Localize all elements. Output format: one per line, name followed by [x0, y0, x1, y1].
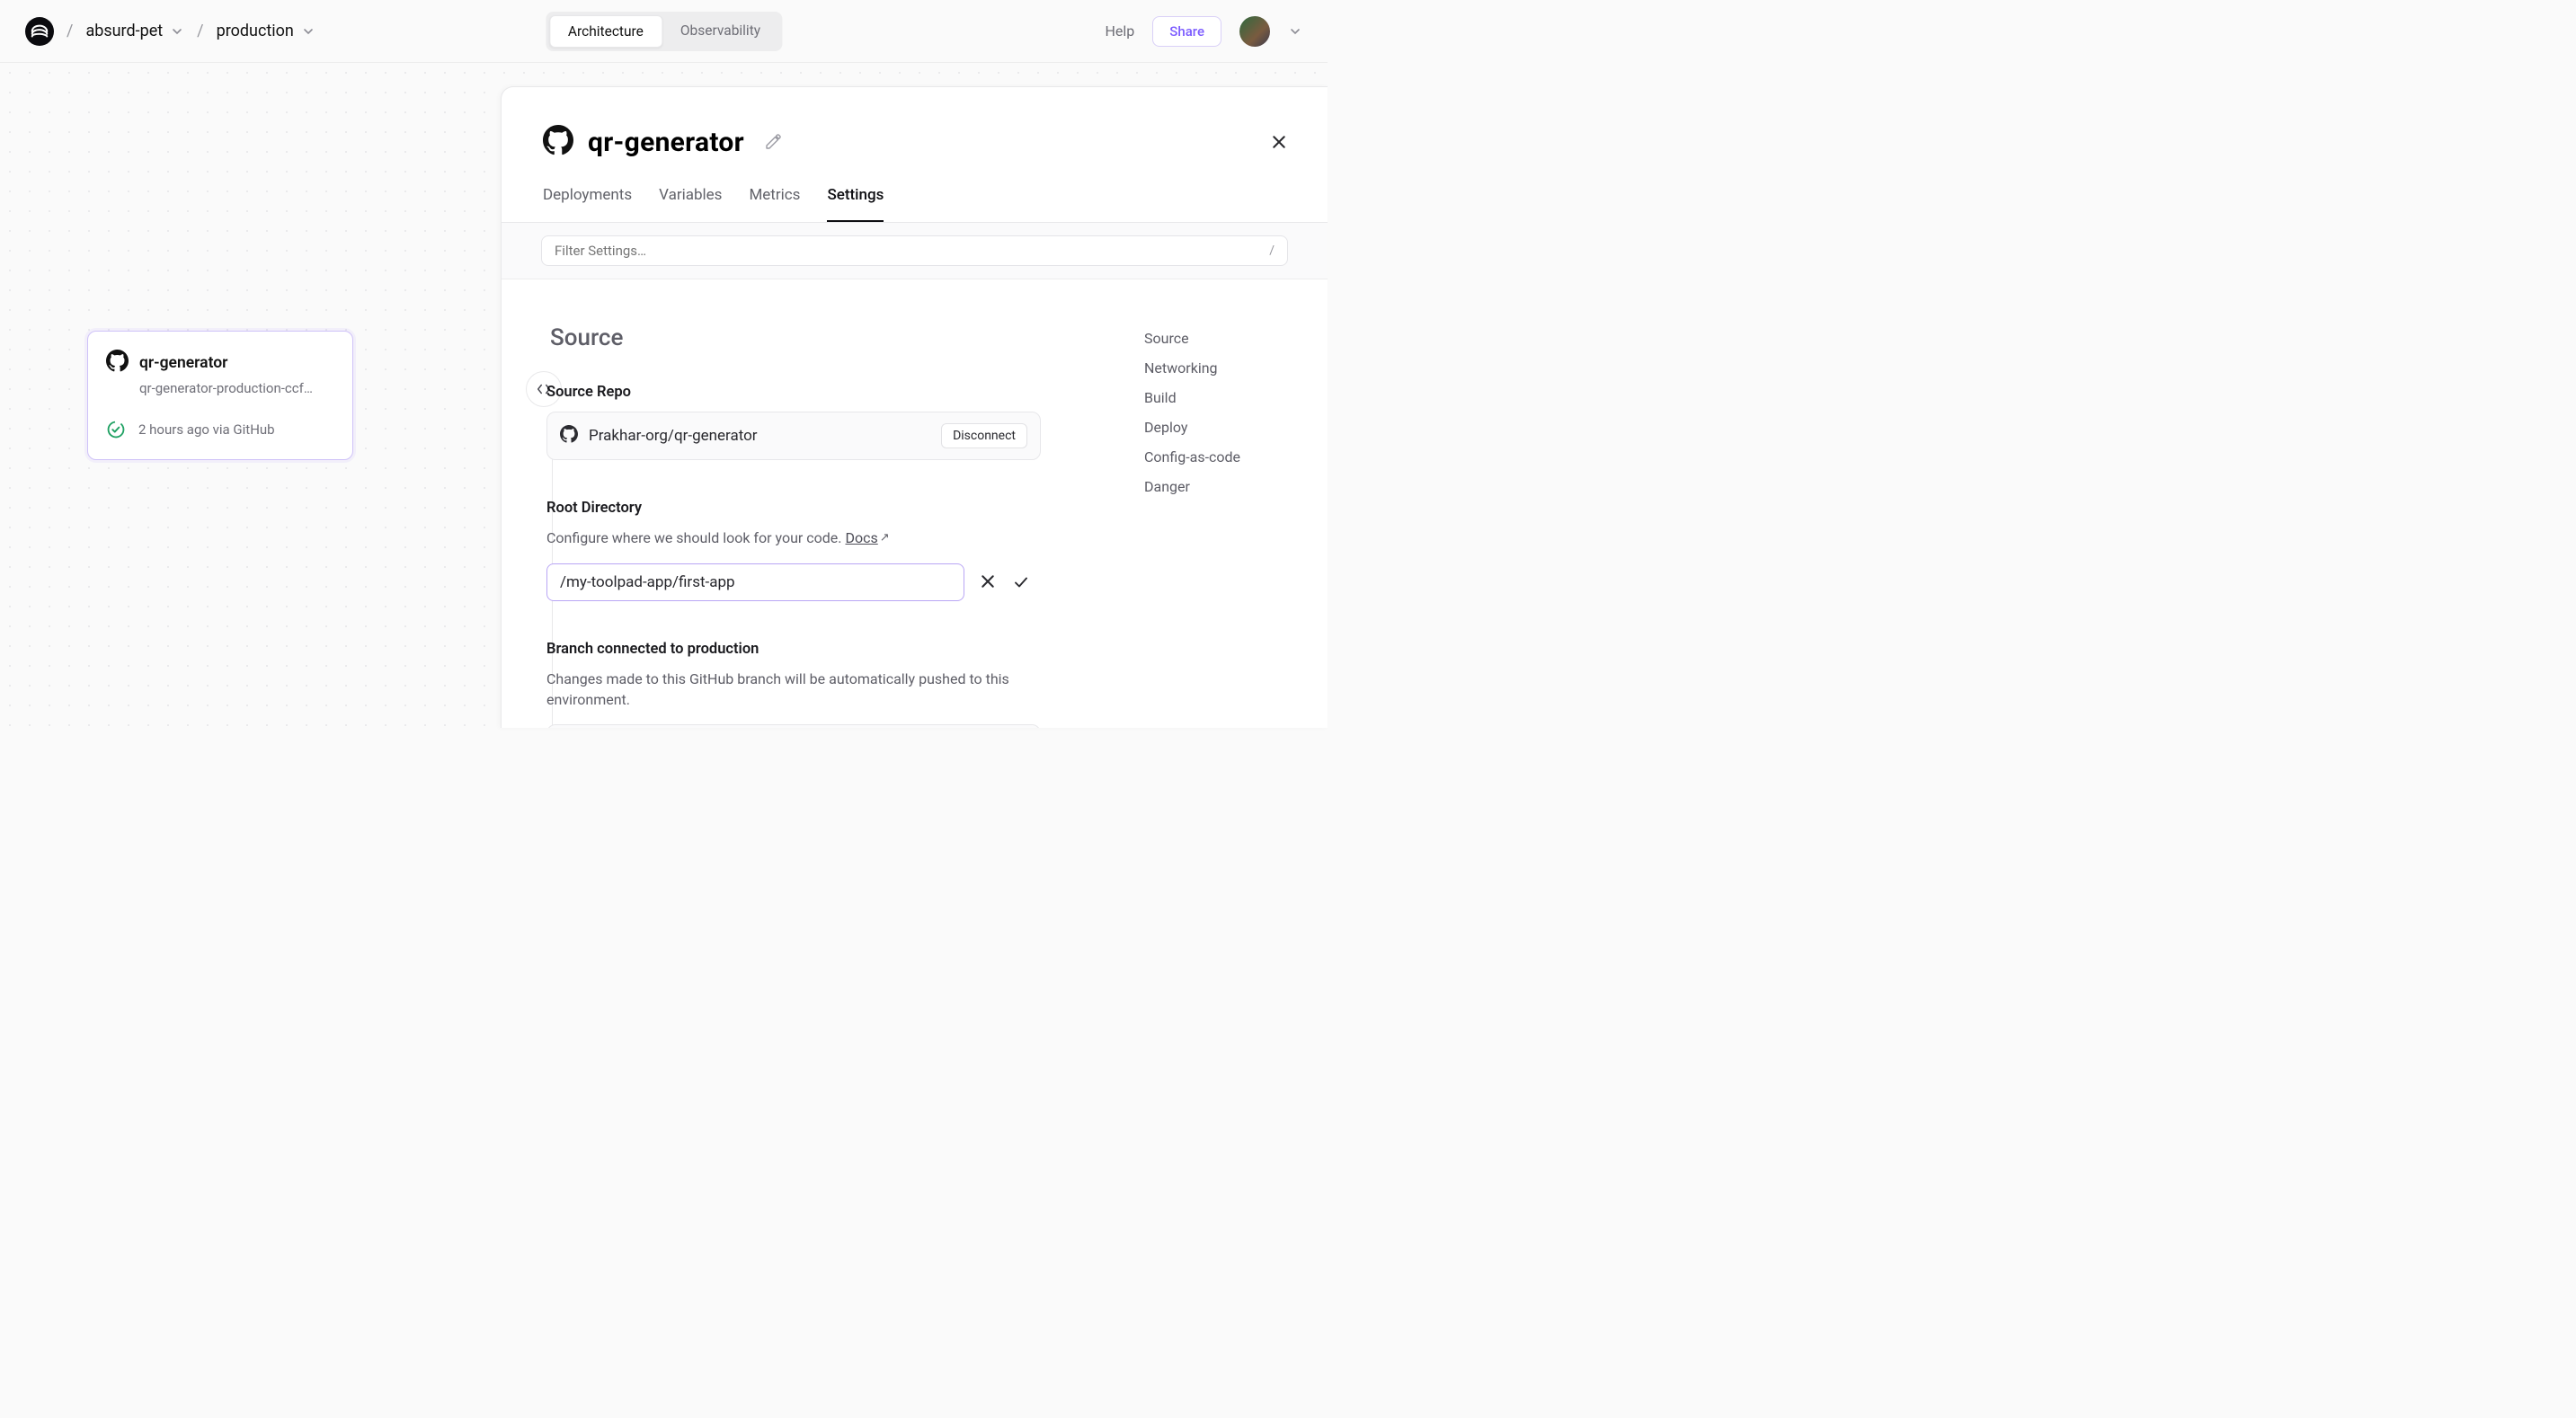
breadcrumb-project-text: absurd-pet — [85, 22, 163, 40]
filter-input-wrapper[interactable]: / — [541, 235, 1288, 266]
chevron-down-icon — [170, 24, 184, 39]
tab-settings[interactable]: Settings — [827, 186, 884, 222]
repo-box: Prakhar-org/qr-generator Disconnect — [546, 412, 1041, 460]
chevron-down-icon — [301, 24, 315, 39]
breadcrumb-env[interactable]: production — [217, 22, 315, 40]
confirm-icon[interactable] — [1013, 574, 1029, 590]
breadcrumb-separator: / — [54, 22, 85, 40]
header: / absurd-pet / production Architecture O… — [0, 0, 1328, 63]
tab-architecture[interactable]: Architecture — [549, 15, 662, 48]
header-right: Help Share — [1106, 16, 1302, 47]
check-circle-icon — [106, 420, 126, 439]
desc-branch: Changes made to this GitHub branch will … — [546, 669, 1014, 710]
github-icon — [106, 350, 129, 376]
service-title: qr-generator — [139, 354, 227, 372]
tab-variables[interactable]: Variables — [659, 186, 722, 222]
service-subtitle: qr-generator-production-ccf… — [139, 380, 334, 396]
label-branch: Branch connected to production — [546, 641, 1041, 658]
edit-icon[interactable] — [764, 133, 782, 151]
github-icon — [543, 125, 573, 159]
github-icon — [560, 425, 578, 447]
label-source-repo: Source Repo — [546, 384, 1041, 401]
repo-name: Prakhar-org/qr-generator — [589, 427, 758, 445]
close-icon[interactable] — [1272, 135, 1286, 149]
logo[interactable] — [25, 17, 54, 46]
branch-row: main Disconnect — [546, 724, 1041, 728]
service-status: 2 hours ago via GitHub — [138, 421, 275, 438]
filter-input[interactable] — [555, 243, 1203, 259]
section-title: Source — [546, 324, 1041, 351]
desc-root-directory: Configure where we should look for your … — [546, 527, 1041, 549]
share-button[interactable]: Share — [1152, 16, 1221, 47]
docs-link[interactable]: Docs — [845, 529, 877, 546]
breadcrumb-project[interactable]: absurd-pet — [85, 22, 184, 40]
field-branch: Branch connected to production Changes m… — [546, 641, 1041, 728]
panel-title: qr-generator — [588, 127, 744, 158]
external-link-icon: ↗ — [880, 531, 890, 545]
view-tabs: Architecture Observability — [546, 12, 782, 51]
details-panel: qr-generator Deployments Variables Metri… — [501, 86, 1328, 728]
slash-shortcut: / — [1269, 244, 1275, 258]
tab-metrics[interactable]: Metrics — [749, 186, 800, 222]
breadcrumb-separator: / — [184, 22, 216, 40]
filter-row: / — [502, 223, 1328, 279]
help-link[interactable]: Help — [1106, 22, 1135, 40]
service-card[interactable]: qr-generator qr-generator-production-ccf… — [87, 331, 353, 460]
breadcrumb-env-text: production — [217, 22, 294, 40]
chevron-down-icon[interactable] — [1288, 24, 1302, 39]
panel-tabs: Deployments Variables Metrics Settings — [502, 159, 1328, 223]
disconnect-button[interactable]: Disconnect — [941, 423, 1027, 448]
label-root-directory: Root Directory — [546, 500, 1041, 517]
tab-deployments[interactable]: Deployments — [543, 186, 632, 222]
avatar[interactable] — [1239, 16, 1270, 47]
tab-observability[interactable]: Observability — [662, 15, 778, 48]
field-root-directory: Root Directory Configure where we should… — [546, 500, 1041, 601]
desc-text: Configure where we should look for your … — [546, 529, 845, 546]
root-directory-input[interactable] — [546, 563, 964, 601]
field-source-repo: Source Repo Prakhar-org/qr-generator Dis… — [546, 384, 1041, 460]
settings-body: Source Networking Build Deploy Config-as… — [502, 279, 1328, 728]
cancel-icon[interactable] — [981, 574, 997, 590]
